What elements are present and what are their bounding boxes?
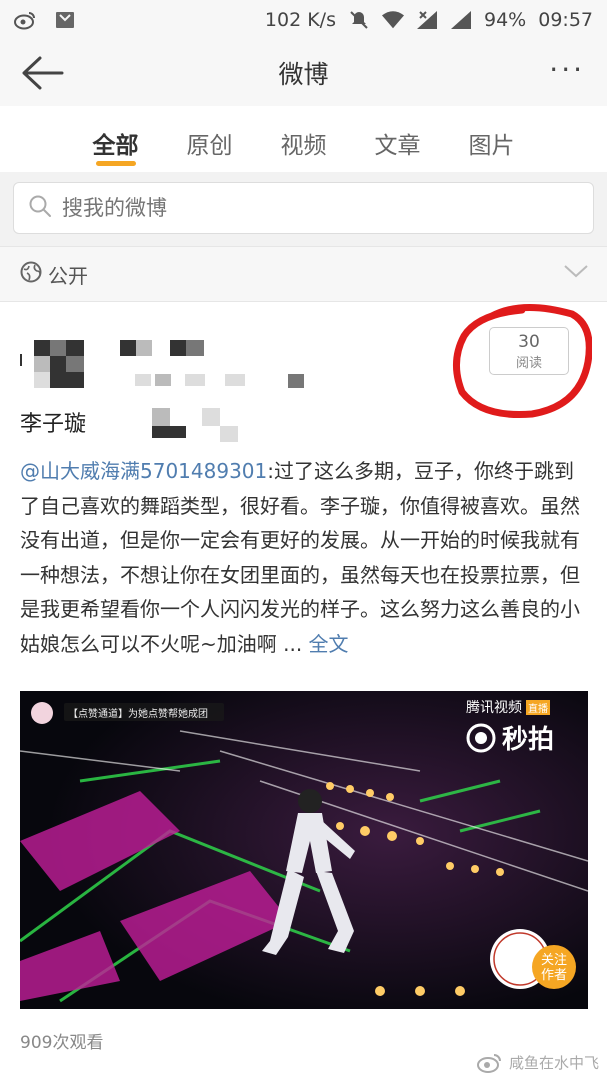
tab-image[interactable]: 图片 bbox=[469, 126, 515, 166]
watermark: 咸鱼在水中飞 bbox=[476, 1052, 599, 1073]
tab-video[interactable]: 视频 bbox=[281, 126, 327, 166]
miaopai-text: 秒拍 bbox=[502, 725, 555, 755]
globe-icon bbox=[20, 261, 42, 288]
mute-icon bbox=[348, 9, 370, 31]
view-count: 909次观看 bbox=[20, 1033, 104, 1053]
red-annotation-circle bbox=[453, 304, 592, 419]
miaopai-camera-icon bbox=[466, 723, 496, 752]
tencent-video-text: 腾讯视频 bbox=[466, 700, 522, 716]
search-input[interactable] bbox=[62, 196, 542, 220]
mail-notification-icon bbox=[54, 9, 76, 31]
tab-all[interactable]: 全部 bbox=[93, 126, 139, 166]
visibility-selector[interactable]: 公开 bbox=[0, 246, 607, 302]
network-speed: 102 K/s bbox=[264, 9, 336, 31]
filter-tabs: 全部 原创 视频 文章 图片 bbox=[0, 106, 607, 172]
signal-icon bbox=[450, 9, 472, 31]
no-signal-icon bbox=[416, 9, 438, 31]
video-banner-text: 【点赞通道】为她点赞帮她成团 bbox=[68, 709, 208, 720]
search-icon bbox=[28, 194, 52, 222]
back-button[interactable] bbox=[20, 54, 66, 92]
clock: 09:57 bbox=[538, 9, 593, 31]
full-text-link[interactable]: 全文 bbox=[309, 632, 349, 656]
watermark-text: 咸鱼在水中飞 bbox=[508, 1054, 599, 1072]
post-header: 李子璇 30 阅读 bbox=[0, 302, 607, 447]
live-tag: 直播 bbox=[526, 699, 550, 715]
nav-bar: 微博 ··· bbox=[0, 40, 607, 106]
tab-article[interactable]: 文章 bbox=[375, 126, 421, 166]
status-bar: 102 K/s 94% 09:57 bbox=[0, 0, 607, 40]
brand-logo: 腾讯视频 直播 秒拍 bbox=[466, 697, 554, 756]
chevron-down-icon bbox=[563, 261, 589, 286]
mention-link[interactable]: @山大威海满5701489301 bbox=[20, 459, 267, 483]
follow-author-button[interactable]: 关注作者 bbox=[535, 953, 573, 983]
post-text: @山大威海满5701489301:过了这么多期，豆子，你终于跳到了自己喜欢的舞蹈… bbox=[20, 454, 590, 661]
weibo-notification-icon bbox=[14, 9, 36, 31]
wifi-icon bbox=[382, 9, 404, 31]
more-options-icon[interactable]: ··· bbox=[549, 56, 585, 84]
author-name[interactable]: 李子璇 bbox=[20, 406, 86, 438]
tab-original[interactable]: 原创 bbox=[187, 126, 233, 166]
page-title: 微博 bbox=[278, 60, 329, 89]
post-body: :过了这么多期，豆子，你终于跳到了自己喜欢的舞蹈类型，很好看。李子璇，你值得被喜… bbox=[20, 459, 580, 656]
visibility-label: 公开 bbox=[48, 263, 88, 288]
weibo-logo-icon bbox=[476, 1053, 501, 1073]
search-box[interactable] bbox=[13, 182, 594, 234]
post-card: 李子璇 30 阅读 @山大威海满5701489301:过了这么多期，豆子，你终于… bbox=[0, 302, 607, 1080]
battery-level: 94% bbox=[484, 9, 527, 31]
search-area bbox=[0, 172, 607, 246]
video-player[interactable]: 【点赞通道】为她点赞帮她成团 腾讯视频 直播 秒拍 关注作者 bbox=[20, 691, 588, 1009]
